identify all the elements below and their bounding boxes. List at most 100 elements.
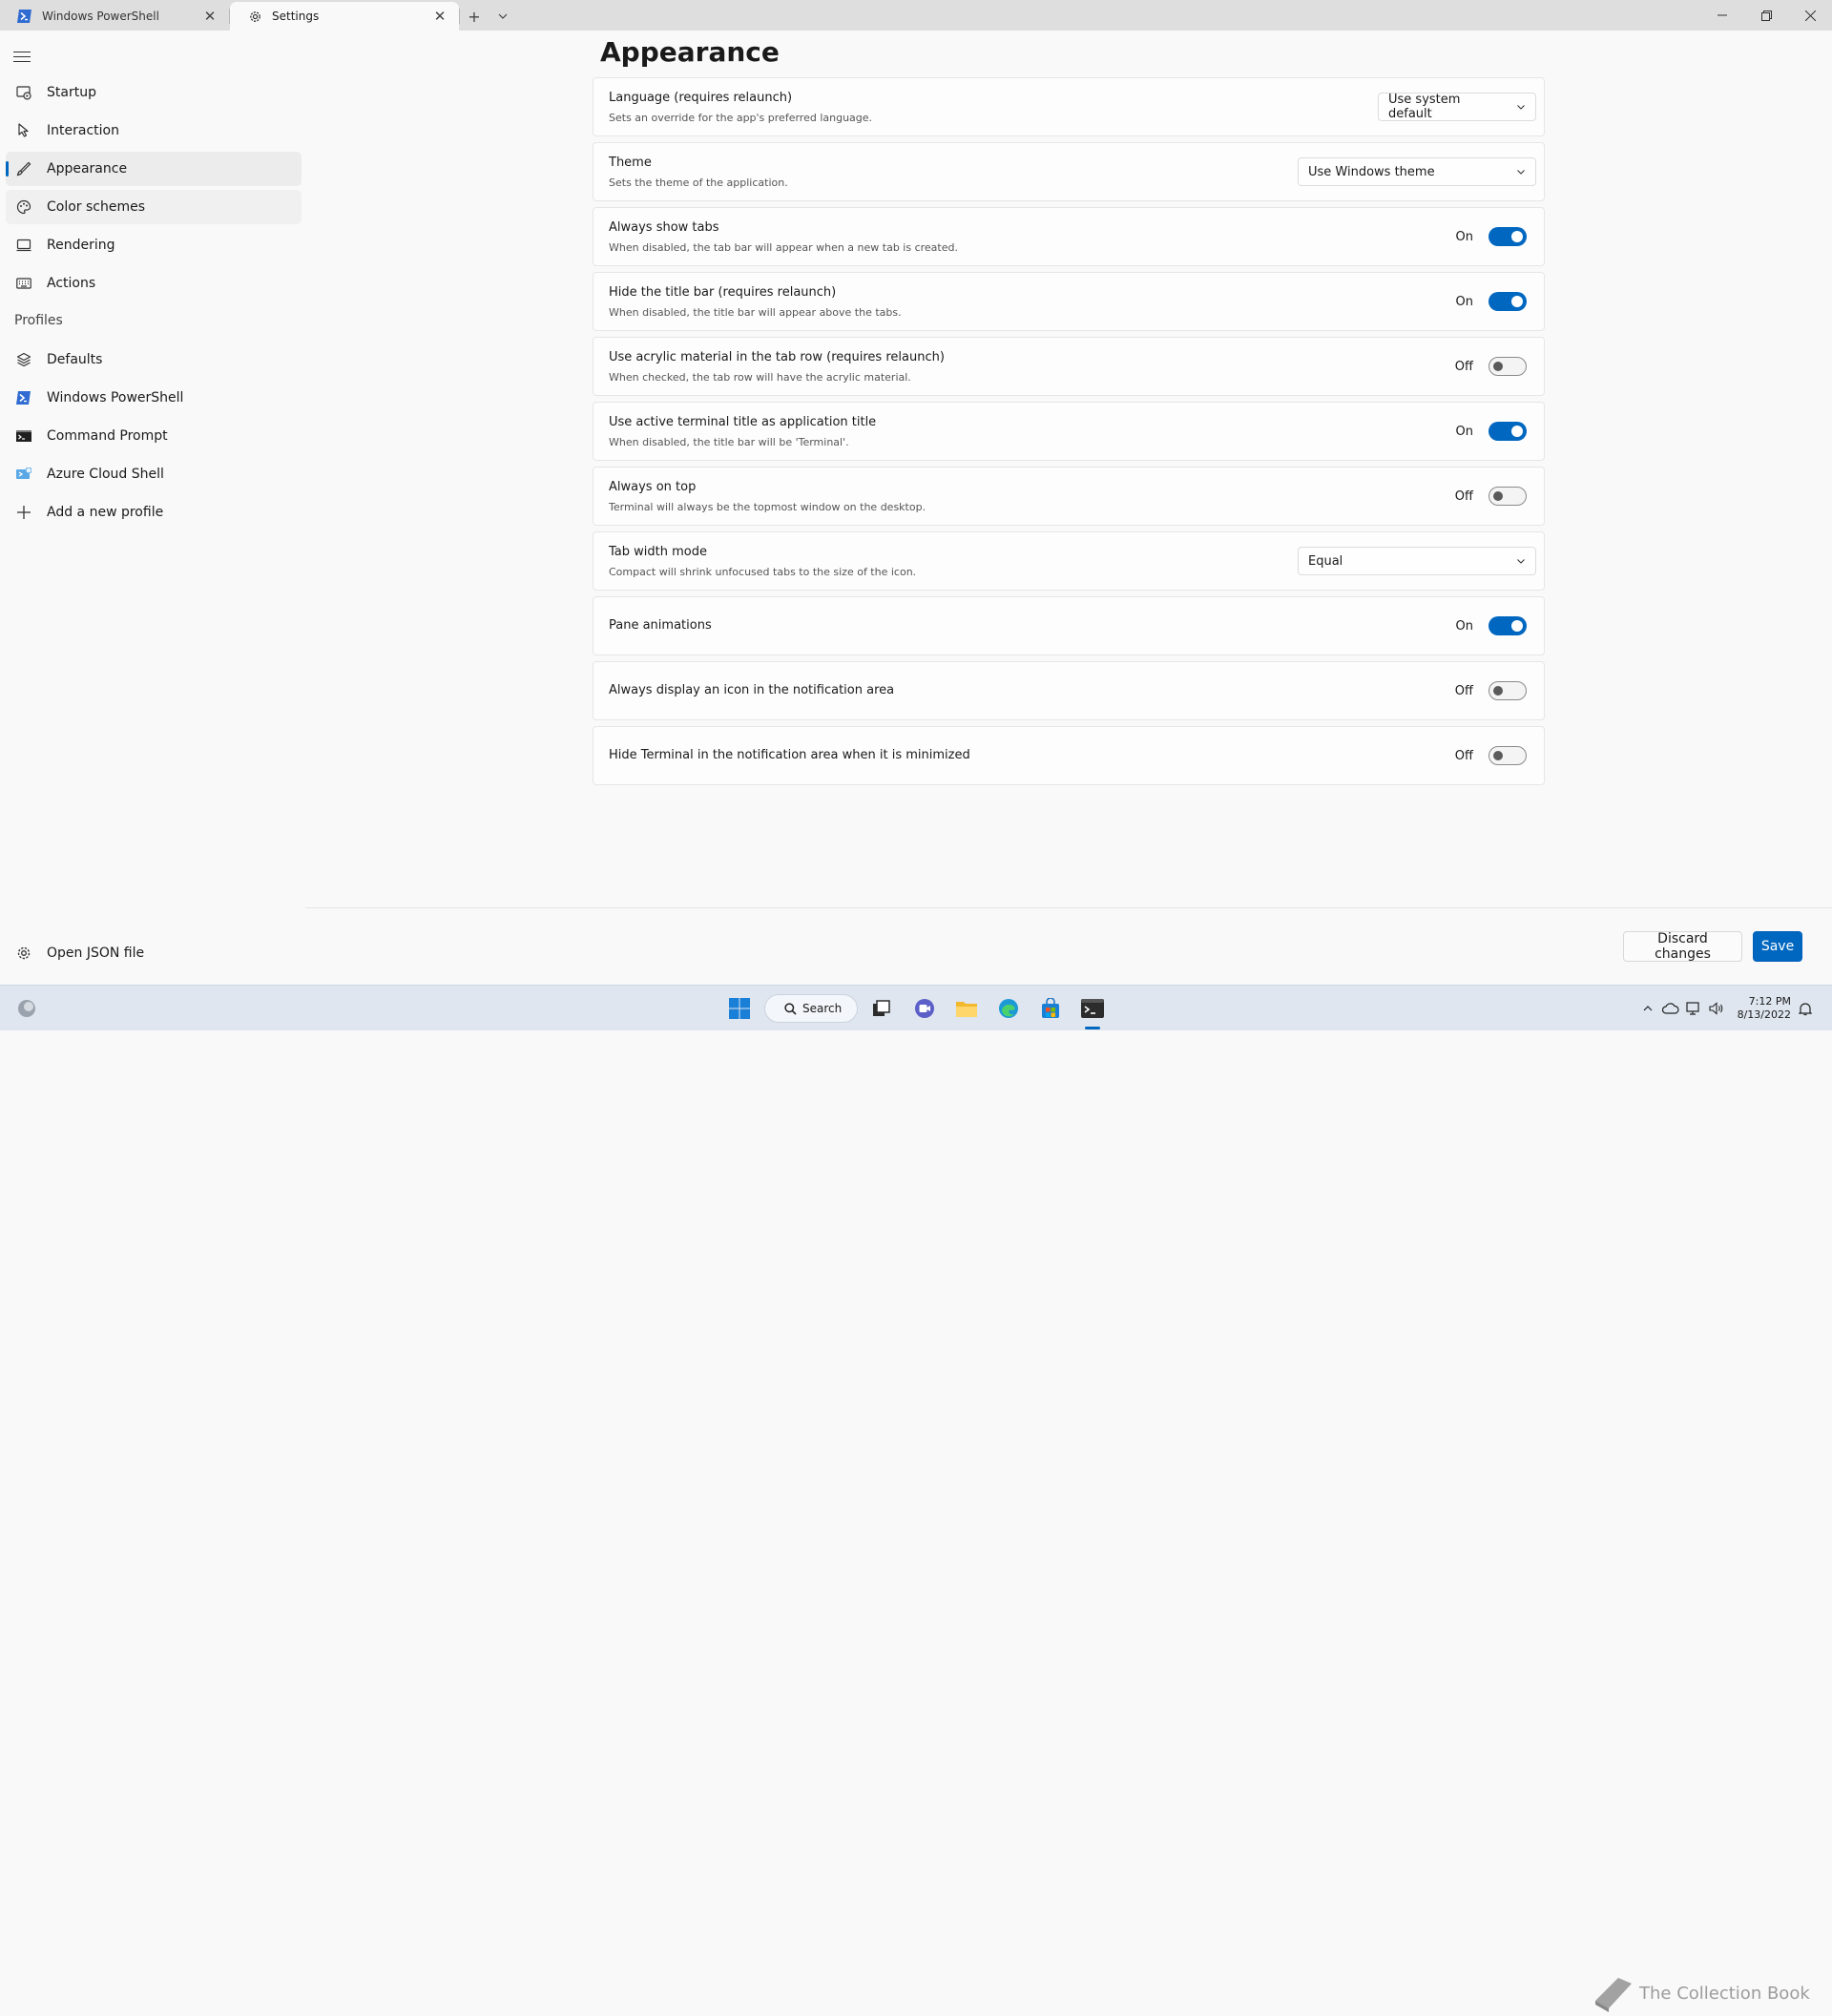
tab-label: Windows PowerShell — [42, 10, 159, 23]
close-icon — [1804, 10, 1816, 21]
save-button[interactable]: Save — [1753, 931, 1802, 962]
task-view-button[interactable] — [866, 993, 897, 1024]
terminal-button[interactable] — [1077, 993, 1108, 1024]
pane-animations-toggle[interactable] — [1488, 616, 1527, 635]
menu-icon[interactable] — [13, 48, 31, 66]
discard-changes-button[interactable]: Discard changes — [1623, 931, 1742, 962]
onedrive-tray-button[interactable] — [1661, 999, 1680, 1018]
sidebar-item-command-prompt[interactable]: Command Prompt — [6, 419, 302, 453]
sidebar-item-label: Interaction — [47, 123, 119, 138]
setting-title: Pane animations — [609, 618, 712, 633]
tab-label: Settings — [272, 10, 320, 23]
chevron-down-icon — [498, 13, 508, 19]
sidebar-item-label: Appearance — [47, 161, 128, 177]
layers-icon — [15, 351, 32, 368]
edge-icon — [999, 999, 1018, 1018]
setting-title: Use active terminal title as application… — [609, 415, 877, 429]
setting-acrylic-tab-row: Use acrylic material in the tab row (req… — [593, 337, 1545, 396]
close-window-button[interactable] — [1788, 0, 1832, 31]
sidebar-item-label: Defaults — [47, 352, 103, 367]
hide-title-bar-toggle[interactable] — [1488, 292, 1527, 311]
toggle-state-label: On — [1455, 424, 1473, 439]
setting-description: Compact will shrink unfocused tabs to th… — [609, 566, 917, 578]
theme-dropdown[interactable]: Use Windows theme — [1298, 157, 1536, 186]
edge-button[interactable] — [993, 993, 1024, 1024]
close-icon[interactable]: ✕ — [430, 8, 449, 25]
sidebar-item-actions[interactable]: Actions — [6, 266, 302, 301]
chevron-down-icon — [1517, 170, 1525, 175]
active-terminal-title-toggle[interactable] — [1488, 422, 1527, 441]
restore-button[interactable] — [1744, 0, 1788, 31]
tab-width-mode-dropdown[interactable]: Equal — [1298, 547, 1536, 575]
dropdown-value: Use system default — [1388, 93, 1461, 121]
sidebar-item-defaults[interactable]: Defaults — [6, 343, 302, 377]
clock-time: 7:12 PM — [1748, 995, 1791, 1008]
setting-title: Theme — [609, 156, 652, 170]
toggle-control: Off — [1452, 357, 1527, 376]
toggle-control: Off — [1452, 746, 1527, 765]
sidebar-item-azure-cloud-shell[interactable]: Azure Cloud Shell — [6, 457, 302, 491]
toggle-control: On — [1452, 227, 1527, 246]
folder-icon — [956, 1002, 977, 1017]
chat-button[interactable] — [909, 993, 940, 1024]
footer-divider — [305, 907, 1832, 908]
selection-indicator — [6, 161, 9, 177]
task-view-icon — [873, 1000, 890, 1016]
sidebar-item-label: Command Prompt — [47, 428, 168, 444]
notifications-button[interactable] — [1796, 999, 1815, 1018]
widgets-button[interactable] — [11, 993, 42, 1024]
setting-description: When disabled, the title bar will appear… — [609, 306, 902, 319]
setting-title: Tab width mode — [609, 545, 707, 559]
sidebar-item-label: Windows PowerShell — [47, 390, 184, 405]
setting-tab-width-mode: Tab width mode Compact will shrink unfoc… — [593, 531, 1545, 591]
sidebar-item-rendering[interactable]: Rendering — [6, 228, 302, 262]
always-show-tabs-toggle[interactable] — [1488, 227, 1527, 246]
always-on-top-toggle[interactable] — [1488, 487, 1527, 506]
setting-title: Hide the title bar (requires relaunch) — [609, 285, 837, 300]
close-icon[interactable]: ✕ — [200, 8, 219, 25]
toggle-control: Off — [1452, 681, 1527, 700]
tab-settings[interactable]: Settings ✕ — [230, 2, 459, 31]
acrylic-tab-row-toggle[interactable] — [1488, 357, 1527, 376]
setting-hide-title-bar: Hide the title bar (requires relaunch) W… — [593, 272, 1545, 331]
setting-description: Sets an override for the app's preferred… — [609, 112, 873, 124]
setting-active-terminal-title: Use active terminal title as application… — [593, 402, 1545, 461]
taskbar-search[interactable]: Search — [764, 994, 858, 1023]
tab-dropdown-button[interactable] — [489, 2, 517, 31]
store-button[interactable] — [1035, 993, 1066, 1024]
toggle-state-label: Off — [1454, 488, 1473, 504]
gear-icon — [15, 945, 32, 962]
search-icon — [784, 1002, 797, 1015]
file-explorer-button[interactable] — [951, 993, 982, 1024]
restore-icon — [1760, 10, 1772, 21]
toggle-state-label: Off — [1454, 683, 1473, 698]
setting-description: When checked, the tab row will have the … — [609, 371, 911, 384]
network-tray-button[interactable] — [1684, 999, 1703, 1018]
tab-windows-powershell[interactable]: Windows PowerShell ✕ — [0, 2, 229, 31]
setting-description: When disabled, the tab bar will appear w… — [609, 241, 958, 254]
sidebar-item-label: Rendering — [47, 238, 115, 253]
sidebar-item-add-profile[interactable]: Add a new profile — [6, 495, 302, 530]
setting-always-on-top: Always on top Terminal will always be th… — [593, 467, 1545, 526]
sidebar-item-interaction[interactable]: Interaction — [6, 114, 302, 148]
toggle-state-label: Off — [1454, 359, 1473, 374]
new-tab-button[interactable]: + — [460, 2, 489, 31]
toggle-control: On — [1452, 422, 1527, 441]
volume-tray-button[interactable] — [1707, 999, 1726, 1018]
setting-title: Always display an icon in the notificati… — [609, 683, 895, 697]
show-hidden-icons-button[interactable] — [1638, 999, 1657, 1018]
sidebar-item-startup[interactable]: Startup — [6, 75, 302, 110]
sidebar-item-appearance[interactable]: Appearance — [6, 152, 302, 186]
sidebar-item-color-schemes[interactable]: Color schemes — [6, 190, 302, 224]
minimize-button[interactable] — [1700, 0, 1744, 31]
sidebar-item-windows-powershell[interactable]: Windows PowerShell — [6, 381, 302, 415]
notification-icon-toggle[interactable] — [1488, 681, 1527, 700]
toggle-control: On — [1452, 292, 1527, 311]
start-button[interactable] — [724, 993, 755, 1024]
minimize-to-notification-area-toggle[interactable] — [1488, 746, 1527, 765]
open-json-button[interactable]: Open JSON file — [15, 945, 144, 962]
language-dropdown[interactable]: Use system default — [1378, 93, 1536, 121]
taskbar-clock[interactable]: 7:12 PM 8/13/2022 — [1738, 995, 1791, 1022]
sidebar-item-label: Add a new profile — [47, 505, 164, 520]
chevron-down-icon — [1517, 105, 1525, 110]
